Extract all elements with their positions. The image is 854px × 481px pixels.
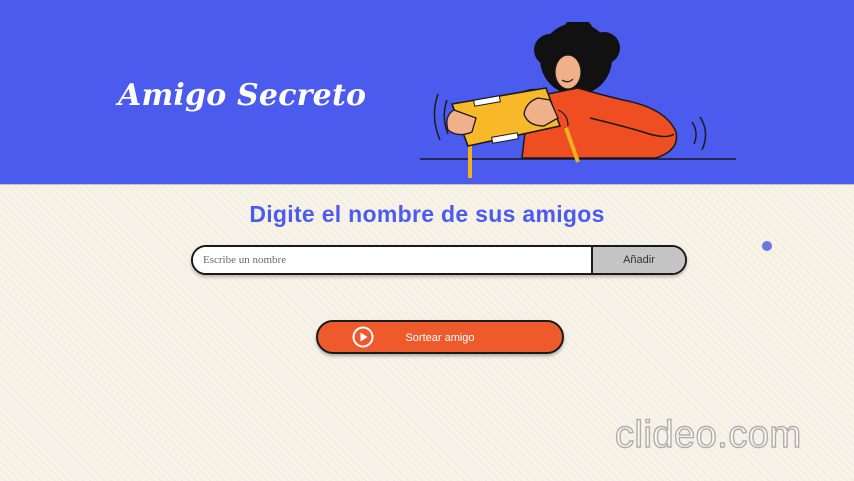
name-input[interactable] bbox=[193, 247, 591, 273]
add-button[interactable]: Añadir bbox=[591, 247, 685, 273]
page-heading: Digite el nombre de sus amigos bbox=[249, 201, 605, 227]
person-holding-gift-icon bbox=[420, 22, 736, 178]
app-title: Amigo Secreto bbox=[118, 78, 367, 113]
watermark: clideo.com bbox=[614, 413, 802, 456]
draw-friend-button[interactable]: Sortear amigo bbox=[316, 320, 564, 354]
name-entry-group: Añadir bbox=[191, 245, 687, 275]
draw-friend-label: Sortear amigo bbox=[405, 332, 475, 344]
header-banner: Amigo Secreto bbox=[0, 0, 854, 184]
mouse-cursor-icon bbox=[762, 241, 772, 251]
